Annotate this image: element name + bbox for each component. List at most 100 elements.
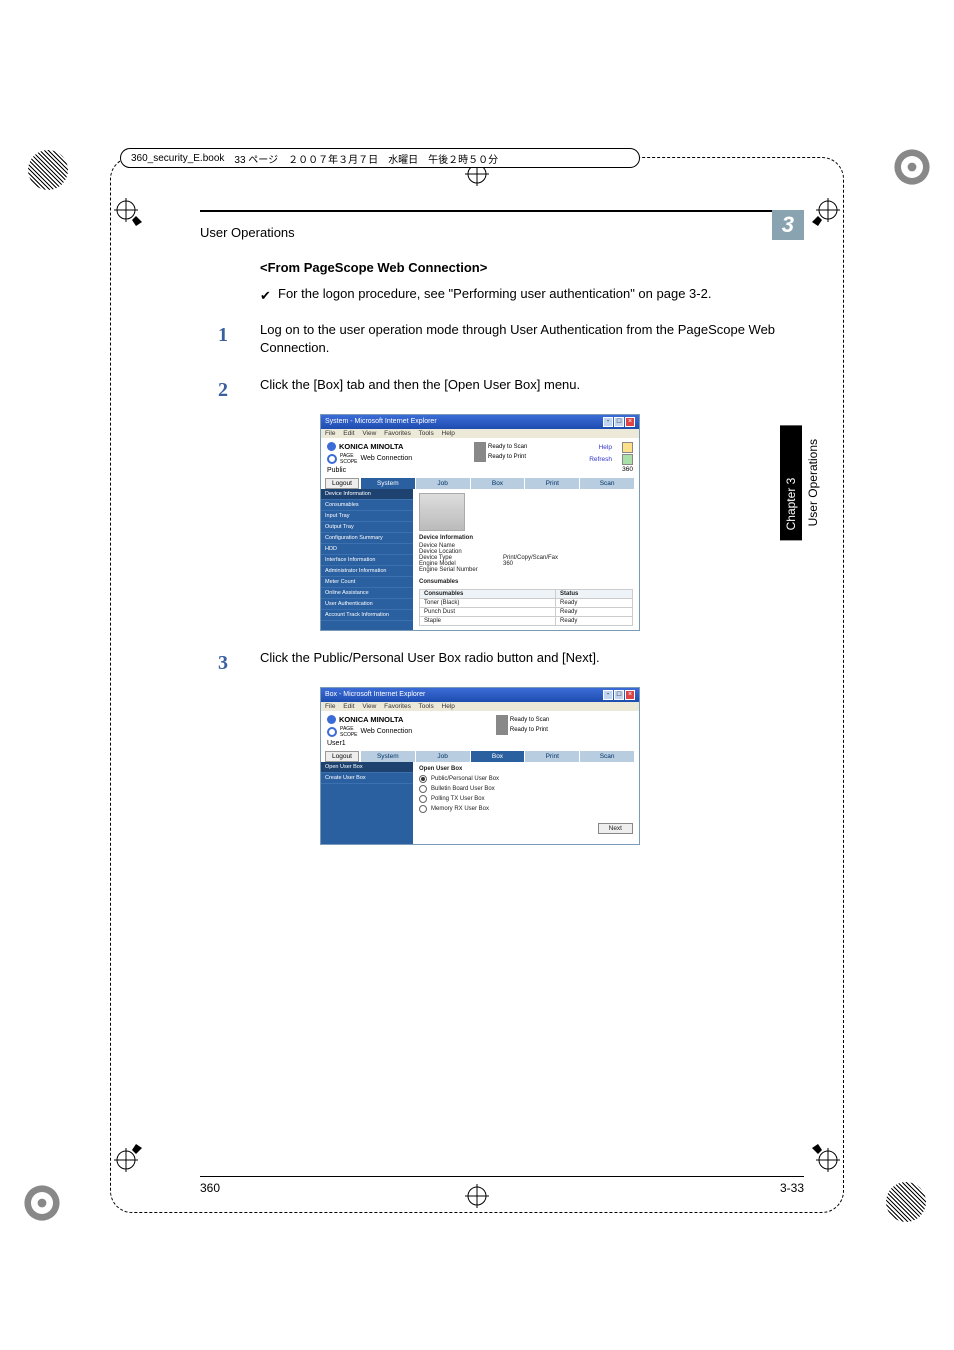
sidebar-item[interactable]: Configuration Summary bbox=[321, 533, 413, 544]
close-icon[interactable]: × bbox=[625, 690, 635, 700]
km-logo-icon bbox=[327, 715, 336, 724]
tab-job[interactable]: Job bbox=[416, 478, 471, 489]
tab-box[interactable]: Box bbox=[471, 751, 526, 762]
sidebar-item[interactable]: Device Information bbox=[321, 489, 413, 500]
tab-scan[interactable]: Scan bbox=[580, 751, 635, 762]
next-button[interactable]: Next bbox=[598, 823, 633, 834]
check-icon: ✔ bbox=[260, 287, 271, 305]
brand-name: KONICA MINOLTA bbox=[339, 442, 403, 451]
sidebar-item[interactable]: Consumables bbox=[321, 500, 413, 511]
tab-row: Logout System Job Box Print Scan bbox=[321, 749, 639, 762]
note-line: ✔ For the logon procedure, see "Performi… bbox=[260, 285, 804, 303]
pagescope-logo-icon bbox=[327, 454, 337, 464]
step-text: Click the [Box] tab and then the [Open U… bbox=[260, 376, 804, 404]
window-titlebar: System - Microsoft Internet Explorer - □… bbox=[321, 415, 639, 429]
radio-public-personal[interactable]: Public/Personal User Box bbox=[419, 775, 633, 783]
sidebar-item[interactable]: Output Tray bbox=[321, 522, 413, 533]
registration-mark bbox=[28, 150, 68, 190]
help-link[interactable]: Help bbox=[599, 444, 612, 451]
consumables-table: ConsumablesStatus Toner (Black)Ready Pun… bbox=[419, 589, 633, 626]
user-label: User1 bbox=[327, 740, 412, 747]
sidebar-item[interactable]: Input Tray bbox=[321, 511, 413, 522]
radio-icon bbox=[419, 785, 427, 793]
status-print: Ready to Print bbox=[488, 454, 526, 460]
tab-print[interactable]: Print bbox=[525, 751, 580, 762]
tab-job[interactable]: Job bbox=[416, 751, 471, 762]
refresh-icon[interactable] bbox=[622, 454, 633, 465]
th-consumables: Consumables bbox=[420, 589, 556, 598]
radio-bulletin[interactable]: Bulletin Board User Box bbox=[419, 785, 633, 793]
warning-icon[interactable] bbox=[622, 442, 633, 453]
sidebar-item[interactable]: Meter Count bbox=[321, 577, 413, 588]
sidebar-item[interactable]: Administrator Information bbox=[321, 566, 413, 577]
menu-item[interactable]: File bbox=[325, 703, 335, 710]
menu-item[interactable]: Help bbox=[442, 703, 455, 710]
sidebar-item-create-user-box[interactable]: Create User Box bbox=[321, 773, 413, 784]
table-row: StapleReady bbox=[420, 616, 633, 625]
step-text: Log on to the user operation mode throug… bbox=[260, 321, 804, 357]
radio-memory-rx[interactable]: Memory RX User Box bbox=[419, 805, 633, 813]
source-file-header: 360_security_E.book 33 ページ ２００７年３月７日 水曜日… bbox=[120, 148, 640, 168]
header-links: Help Refresh 360 bbox=[589, 442, 633, 474]
tab-row: Logout System Job Box Print Scan bbox=[321, 476, 639, 489]
menu-item[interactable]: Favorites bbox=[384, 430, 411, 437]
minimize-icon[interactable]: - bbox=[603, 690, 613, 700]
screenshot-box: Box - Microsoft Internet Explorer - □ × … bbox=[320, 687, 640, 845]
status-print: Ready to Print bbox=[510, 727, 548, 733]
menu-item[interactable]: Tools bbox=[419, 430, 434, 437]
tab-system[interactable]: System bbox=[361, 478, 416, 489]
close-icon[interactable]: × bbox=[625, 417, 635, 427]
note-text: For the logon procedure, see "Performing… bbox=[278, 286, 711, 301]
scanner-icon bbox=[474, 442, 486, 452]
refresh-link[interactable]: Refresh bbox=[589, 456, 612, 463]
user-label: Public bbox=[327, 467, 412, 474]
radio-icon bbox=[419, 805, 427, 813]
side-tab-title: User Operations bbox=[802, 425, 824, 540]
device-image bbox=[419, 493, 465, 531]
menu-item[interactable]: View bbox=[362, 430, 376, 437]
section-heading: <From PageScope Web Connection> bbox=[260, 260, 804, 275]
logout-button[interactable]: Logout bbox=[325, 478, 359, 489]
brand-sub: Web Connection bbox=[361, 728, 413, 735]
sidebar-item-open-user-box[interactable]: Open User Box bbox=[321, 762, 413, 773]
status-block: Ready to Scan Ready to Print bbox=[474, 442, 527, 474]
sidebar-item[interactable]: Account Track Information bbox=[321, 610, 413, 621]
table-row: Toner (Black)Ready bbox=[420, 598, 633, 607]
screenshot-system: System - Microsoft Internet Explorer - □… bbox=[320, 414, 640, 631]
menu-item[interactable]: Tools bbox=[419, 703, 434, 710]
status-block: Ready to Scan Ready to Print bbox=[496, 715, 549, 747]
brand-block: KONICA MINOLTA PAGESCOPE Web Connection … bbox=[327, 442, 412, 474]
menu-item[interactable]: Edit bbox=[343, 703, 354, 710]
dev-row-val: 360 bbox=[503, 561, 513, 567]
step-number: 3 bbox=[218, 649, 260, 677]
chapter-title: User Operations bbox=[200, 221, 295, 240]
menu-item[interactable]: Help bbox=[442, 430, 455, 437]
menu-item[interactable]: File bbox=[325, 430, 335, 437]
window-title: System - Microsoft Internet Explorer bbox=[325, 418, 437, 425]
tab-scan[interactable]: Scan bbox=[580, 478, 635, 489]
menu-item[interactable]: Edit bbox=[343, 430, 354, 437]
tab-system[interactable]: System bbox=[361, 751, 416, 762]
maximize-icon[interactable]: □ bbox=[614, 417, 624, 427]
maximize-icon[interactable]: □ bbox=[614, 690, 624, 700]
scanner-icon bbox=[496, 715, 508, 725]
sidebar-item[interactable]: HDD bbox=[321, 544, 413, 555]
registration-mark bbox=[890, 145, 934, 189]
browser-menubar: File Edit View Favorites Tools Help bbox=[321, 429, 639, 438]
sidebar: Device Information Consumables Input Tra… bbox=[321, 489, 413, 630]
window-title: Box - Microsoft Internet Explorer bbox=[325, 691, 425, 698]
sidebar-item[interactable]: Interface Information bbox=[321, 555, 413, 566]
logout-button[interactable]: Logout bbox=[325, 751, 359, 762]
sidebar-item[interactable]: Online Assistance bbox=[321, 588, 413, 599]
radio-polling-tx[interactable]: Polling TX User Box bbox=[419, 795, 633, 803]
brand-block: KONICA MINOLTA PAGESCOPE Web Connection … bbox=[327, 715, 412, 747]
minimize-icon[interactable]: - bbox=[603, 417, 613, 427]
sidebar-item[interactable]: User Authentication bbox=[321, 599, 413, 610]
tab-print[interactable]: Print bbox=[525, 478, 580, 489]
page-footer: 360 3-33 bbox=[200, 1176, 804, 1195]
chapter-number: 3 bbox=[772, 210, 804, 240]
menu-item[interactable]: View bbox=[362, 703, 376, 710]
tab-box[interactable]: Box bbox=[471, 478, 526, 489]
radio-icon bbox=[419, 775, 427, 783]
menu-item[interactable]: Favorites bbox=[384, 703, 411, 710]
